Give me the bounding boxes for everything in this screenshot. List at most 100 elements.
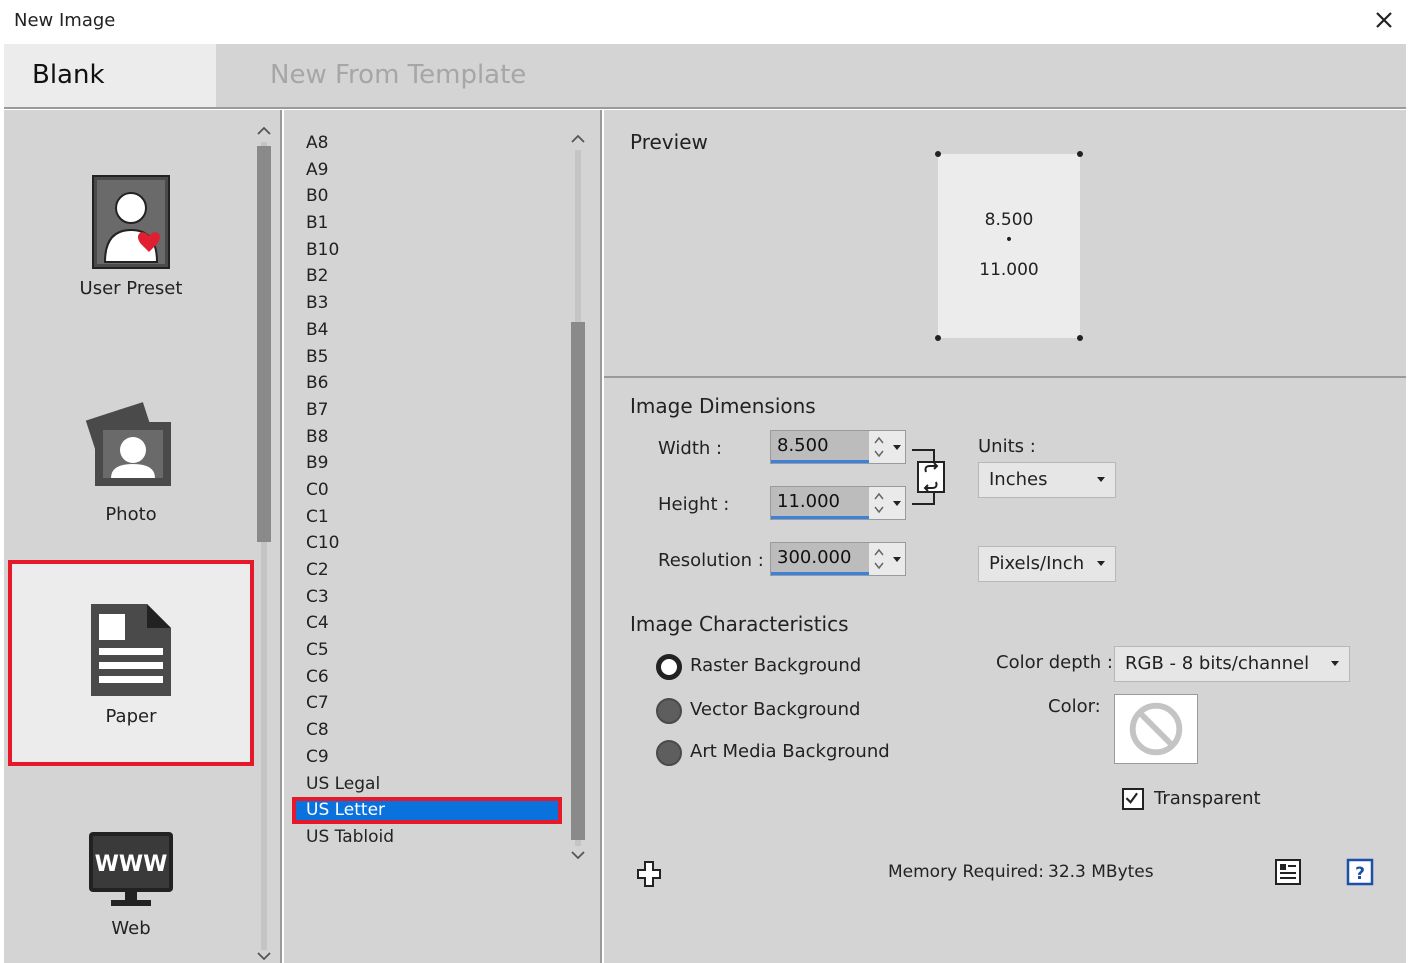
- chevron-down-icon[interactable]: [889, 543, 905, 575]
- list-item[interactable]: B7: [292, 397, 562, 424]
- vector-background-radio[interactable]: Vector Background: [656, 696, 876, 726]
- preview-page: 8.500 • 11.000: [935, 151, 1083, 341]
- spin-arrows-icon[interactable]: [871, 431, 887, 463]
- preset-label: Paper: [105, 706, 157, 727]
- transparent-checkbox[interactable]: [1122, 788, 1144, 810]
- scroll-up-icon[interactable]: [568, 132, 588, 146]
- list-item[interactable]: C3: [292, 584, 562, 611]
- art-media-label: Art Media Background: [690, 741, 890, 762]
- list-item[interactable]: C5: [292, 637, 562, 664]
- raster-background-radio[interactable]: Raster Background: [656, 652, 876, 682]
- resolution-units-value: Pixels/Inch: [989, 553, 1085, 574]
- art-media-background-radio[interactable]: Art Media Background: [656, 738, 896, 768]
- chevron-down-icon[interactable]: [889, 487, 905, 519]
- list-item[interactable]: B9: [292, 450, 562, 477]
- color-swatch[interactable]: [1114, 694, 1198, 764]
- radio-selected-icon: [656, 654, 682, 680]
- scroll-thumb[interactable]: [571, 322, 585, 840]
- radio-unselected-icon: [656, 698, 682, 724]
- image-dimensions-heading: Image Dimensions: [630, 394, 816, 418]
- chevron-down-icon: [1097, 477, 1105, 482]
- list-item[interactable]: C10: [292, 530, 562, 557]
- checkmark-icon: [1125, 792, 1138, 804]
- list-item[interactable]: B8: [292, 424, 562, 451]
- list-item[interactable]: US Legal: [292, 771, 562, 798]
- list-item[interactable]: C1: [292, 504, 562, 531]
- width-input[interactable]: 8.500: [770, 430, 906, 464]
- scroll-down-icon[interactable]: [254, 949, 274, 963]
- units-value: Inches: [989, 469, 1048, 490]
- window-title: New Image: [14, 10, 116, 31]
- preset-panel: User Preset Photo Paper WWW Web: [4, 110, 282, 963]
- preset-photo[interactable]: Photo: [8, 400, 254, 540]
- height-input[interactable]: 11.000: [770, 486, 906, 520]
- spin-arrows-icon[interactable]: [871, 543, 887, 575]
- paper-size-panel: A8 A9 B0 B1 B10 B2 B3 B4 B5 B6 B7 B8 B9 …: [284, 110, 602, 963]
- list-item[interactable]: C9: [292, 744, 562, 771]
- help-icon[interactable]: ?: [1346, 858, 1374, 886]
- vector-label: Vector Background: [690, 699, 861, 720]
- scroll-down-icon[interactable]: [568, 848, 588, 862]
- list-item[interactable]: B0: [292, 183, 562, 210]
- paper-size-list: A8 A9 B0 B1 B10 B2 B3 B4 B5 B6 B7 B8 B9 …: [292, 130, 562, 851]
- tab-new-from-template[interactable]: New From Template: [242, 44, 554, 107]
- color-depth-value: RGB - 8 bits/channel: [1125, 653, 1310, 674]
- web-icon: WWW: [87, 830, 175, 910]
- tab-blank-canvas[interactable]: Blank Canvas: [4, 44, 216, 153]
- lock-aspect-icon[interactable]: [910, 446, 950, 508]
- width-label: Width :: [658, 438, 723, 459]
- list-item[interactable]: US Tabloid: [292, 824, 562, 851]
- list-item[interactable]: B6: [292, 370, 562, 397]
- color-depth-label: Color depth :: [996, 652, 1113, 673]
- preview-width: 8.500: [984, 210, 1034, 230]
- add-preset-icon[interactable]: [636, 860, 662, 888]
- paper-list-scrollbar[interactable]: [568, 132, 588, 862]
- preview-separator: •: [1004, 232, 1014, 248]
- scroll-up-icon[interactable]: [254, 124, 274, 138]
- resolution-value[interactable]: 300.000: [771, 543, 869, 575]
- list-item[interactable]: C2: [292, 557, 562, 584]
- chevron-down-icon[interactable]: [889, 431, 905, 463]
- resolution-input[interactable]: 300.000: [770, 542, 906, 576]
- memory-value: 32.3 MBytes: [1048, 862, 1154, 882]
- list-item[interactable]: A8: [292, 130, 562, 157]
- preview-height: 11.000: [979, 260, 1039, 280]
- list-item-selected[interactable]: US Letter: [292, 797, 562, 824]
- list-item[interactable]: C8: [292, 717, 562, 744]
- list-item[interactable]: C7: [292, 690, 562, 717]
- list-item[interactable]: C6: [292, 664, 562, 691]
- preview-heading: Preview: [630, 130, 708, 154]
- list-item[interactable]: B5: [292, 344, 562, 371]
- settings-panel: Preview 8.500 • 11.000 Image Dimensions …: [604, 110, 1406, 963]
- chevron-down-icon: [1331, 661, 1339, 666]
- preset-user[interactable]: User Preset: [8, 174, 254, 324]
- close-icon[interactable]: [1366, 4, 1402, 38]
- list-item[interactable]: C4: [292, 610, 562, 637]
- list-item[interactable]: B3: [292, 290, 562, 317]
- memory-label: Memory Required:: [888, 862, 1044, 882]
- radio-unselected-icon: [656, 740, 682, 766]
- resolution-units-dropdown[interactable]: Pixels/Inch: [978, 546, 1116, 582]
- preset-web[interactable]: WWW Web: [8, 830, 254, 962]
- units-dropdown[interactable]: Inches: [978, 462, 1116, 498]
- scroll-thumb[interactable]: [257, 146, 271, 542]
- info-panel-icon[interactable]: [1274, 858, 1302, 886]
- preset-label: User Preset: [79, 278, 183, 299]
- color-depth-dropdown[interactable]: RGB - 8 bits/channel: [1114, 646, 1350, 682]
- spin-arrows-icon[interactable]: [871, 487, 887, 519]
- width-value[interactable]: 8.500: [771, 431, 869, 463]
- paper-icon: [89, 602, 173, 698]
- list-item[interactable]: B4: [292, 317, 562, 344]
- preset-scrollbar[interactable]: [254, 124, 274, 963]
- list-item[interactable]: A9: [292, 157, 562, 184]
- list-item[interactable]: B1: [292, 210, 562, 237]
- list-item[interactable]: B2: [292, 263, 562, 290]
- photo-icon: [83, 400, 179, 496]
- title-bar: New Image: [0, 0, 1410, 44]
- list-item[interactable]: C0: [292, 477, 562, 504]
- height-value[interactable]: 11.000: [771, 487, 869, 519]
- chevron-down-icon: [1097, 561, 1105, 566]
- preset-paper[interactable]: Paper: [8, 560, 254, 766]
- height-label: Height :: [658, 494, 730, 515]
- list-item[interactable]: B10: [292, 237, 562, 264]
